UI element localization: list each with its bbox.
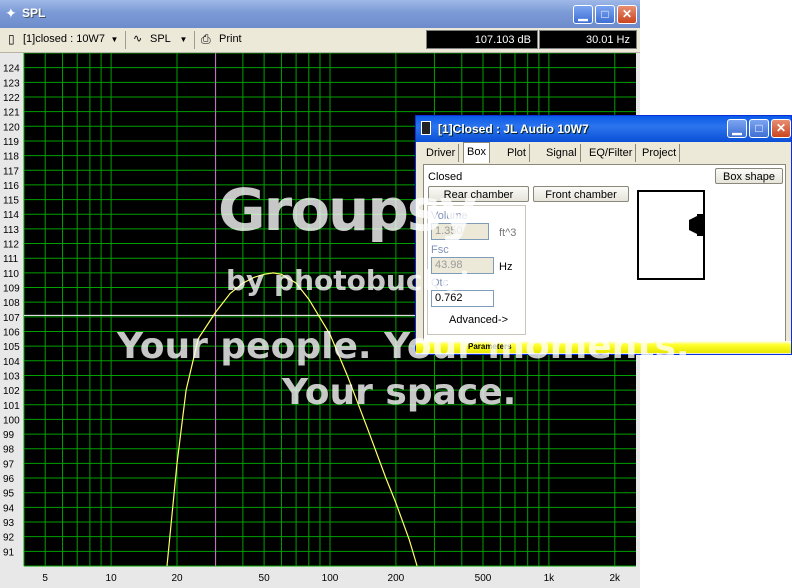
maximize-icon: □: [601, 7, 609, 21]
level-readout: 107.103 dB: [426, 30, 538, 49]
spl-select[interactable]: SPL: [150, 31, 171, 48]
y-tick-label: 104: [3, 357, 20, 368]
volume-label: Volume: [431, 210, 468, 222]
dialog-title: [1]Closed : JL Audio 10W7: [438, 122, 589, 136]
spl-window-title: SPL: [22, 6, 46, 20]
y-tick-label: 95: [3, 489, 15, 500]
y-tick-label: 97: [3, 459, 15, 470]
x-tick-label: 20: [171, 573, 183, 584]
document-icon: ▯: [8, 32, 15, 46]
x-tick-label: 10: [106, 573, 118, 584]
tab-project[interactable]: Project: [639, 144, 681, 162]
box-tab-panel: Closed Box shape Rear chamber Front cham…: [423, 164, 786, 352]
dialog-close-button[interactable]: ✕: [771, 119, 791, 138]
y-tick-label: 114: [3, 210, 19, 221]
fsc-field[interactable]: 43.98: [431, 257, 494, 274]
rear-chamber-button[interactable]: Rear chamber: [428, 186, 529, 202]
y-tick-label: 123: [3, 78, 20, 89]
box-shape-button[interactable]: Box shape: [715, 168, 783, 184]
y-tick-label: 115: [3, 196, 19, 207]
box-preview: [637, 190, 705, 280]
tab-signal[interactable]: Signal: [543, 144, 581, 162]
frequency-readout: 30.01 Hz: [539, 30, 637, 49]
y-tick-label: 107: [3, 313, 20, 324]
box-dialog: [1]Closed : JL Audio 10W7 ▁ □ ✕ Driver B…: [415, 115, 792, 355]
y-tick-label: 103: [3, 371, 20, 382]
y-tick-label: 113: [3, 225, 19, 236]
y-tick-label: 109: [3, 284, 20, 295]
printer-icon: ⎙: [201, 32, 211, 46]
y-tick-label: 94: [3, 503, 15, 514]
y-tick-label: 91: [3, 547, 15, 558]
y-tick-label: 101: [3, 401, 20, 412]
y-tick-label: 119: [3, 137, 19, 148]
qtc-label: Qtc: [431, 277, 449, 289]
fsc-unit: Hz: [499, 261, 513, 273]
y-tick-label: 122: [3, 93, 20, 104]
toolbar-separator: [194, 31, 195, 49]
x-tick-label: 50: [259, 573, 271, 584]
y-tick-label: 106: [3, 327, 20, 338]
close-button[interactable]: ✕: [617, 5, 637, 24]
project-dropdown-arrow-icon[interactable]: ▼: [109, 32, 120, 47]
close-icon: ✕: [775, 121, 787, 135]
dialog-app-icon: [421, 121, 431, 135]
tab-box[interactable]: Box: [463, 142, 490, 163]
minimize-button[interactable]: ▁: [573, 5, 593, 24]
speaker-icon: [689, 214, 703, 236]
wave-icon: ∿: [133, 33, 143, 45]
dialog-maximize-button[interactable]: □: [749, 119, 769, 138]
x-tick-label: 200: [388, 573, 405, 584]
toolbar-separator: [125, 31, 126, 49]
y-tick-label: 98: [3, 445, 15, 456]
front-chamber-button[interactable]: Front chamber: [533, 186, 629, 202]
spl-app-icon: ✦: [5, 5, 17, 21]
x-tick-label: 5: [42, 573, 48, 584]
close-icon: ✕: [621, 7, 633, 21]
dialog-titlebar[interactable]: [1]Closed : JL Audio 10W7 ▁ □ ✕: [416, 116, 791, 142]
y-tick-label: 92: [3, 533, 15, 544]
x-tick-label: 500: [475, 573, 492, 584]
tab-driver[interactable]: Driver: [423, 144, 460, 162]
y-tick-label: 99: [3, 430, 15, 441]
y-tick-label: 93: [3, 518, 15, 529]
volume-unit: ft^3: [499, 227, 517, 239]
y-tick-label: 118: [3, 152, 19, 163]
tab-eq-filter[interactable]: EQ/Filter: [586, 144, 637, 162]
maximize-button[interactable]: □: [595, 5, 615, 24]
spl-dropdown-arrow-icon[interactable]: ▼: [178, 32, 189, 47]
y-tick-label: 102: [3, 386, 20, 397]
y-tick-label: 124: [3, 64, 20, 75]
x-tick-label: 2k: [610, 573, 622, 584]
qtc-field[interactable]: 0.762: [431, 290, 494, 307]
y-tick-label: 105: [3, 342, 20, 353]
x-tick-label: 1k: [544, 573, 556, 584]
minimize-icon: ▁: [578, 7, 588, 21]
maximize-icon: □: [755, 121, 763, 135]
y-tick-label: 121: [3, 108, 20, 119]
print-button[interactable]: Print: [219, 31, 242, 48]
y-tick-label: 112: [3, 240, 19, 251]
project-select[interactable]: [1]closed : 10W7: [23, 31, 105, 48]
fsc-label: Fsc: [431, 244, 449, 256]
advanced-link[interactable]: Advanced->: [449, 313, 508, 327]
volume-field[interactable]: 1.350: [431, 223, 489, 240]
x-tick-label: 100: [322, 573, 339, 584]
minimize-icon: ▁: [732, 121, 742, 135]
y-tick-label: 120: [3, 122, 20, 133]
y-tick-label: 110: [3, 269, 19, 280]
y-tick-label: 96: [3, 474, 15, 485]
y-tick-label: 116: [3, 181, 19, 192]
box-type-label: Closed: [428, 171, 463, 183]
tab-plot[interactable]: Plot: [504, 144, 530, 162]
dialog-minimize-button[interactable]: ▁: [727, 119, 747, 138]
y-tick-label: 111: [3, 254, 19, 265]
y-tick-label: 108: [3, 298, 20, 309]
parameters-label: Parameters: [468, 342, 512, 351]
y-tick-label: 117: [3, 166, 19, 177]
spl-titlebar[interactable]: ✦ SPL ▁ □ ✕: [0, 0, 640, 28]
y-tick-label: 100: [3, 415, 20, 426]
